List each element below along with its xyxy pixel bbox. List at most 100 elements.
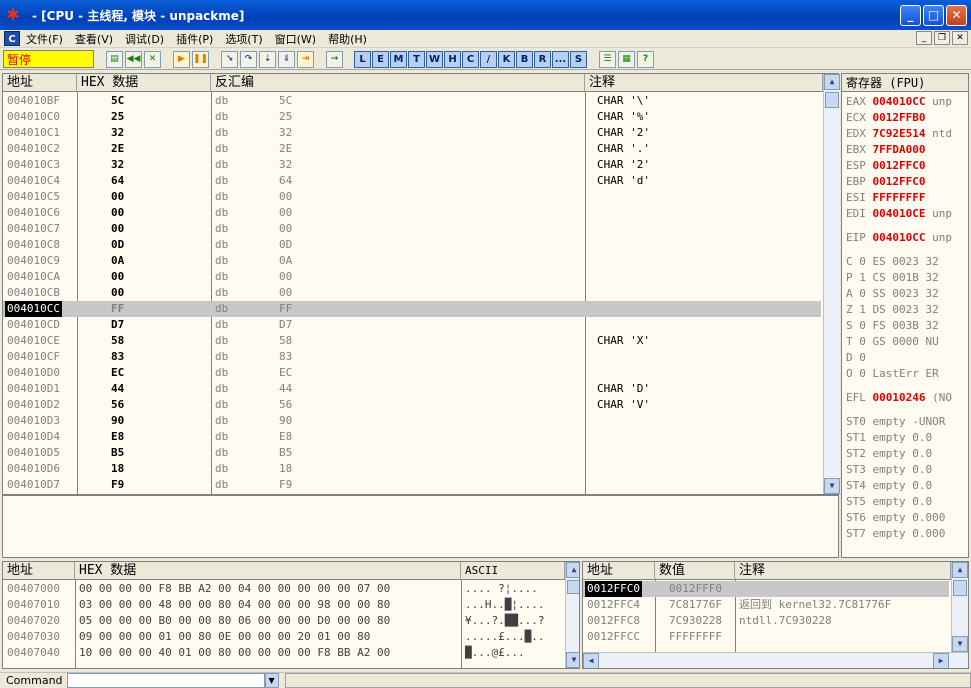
toolbar-window-button[interactable]: S	[570, 50, 587, 68]
scroll-up-arrow-icon[interactable]: ▲	[824, 74, 840, 90]
menu-plugins[interactable]: 插件(P)	[170, 31, 219, 47]
menu-help[interactable]: 帮助(H)	[322, 31, 373, 47]
register-value[interactable]: 0012FFC0	[873, 175, 926, 188]
fpu-row[interactable]: ST5 empty 0.0	[846, 494, 932, 510]
dump-row[interactable]: 00407000 00 00 00 00 F8 BB A2 00 04 00 00…	[3, 581, 563, 597]
scroll-thumb[interactable]	[825, 92, 839, 108]
cpu-window-icon[interactable]: C	[4, 31, 20, 46]
trace-into-icon[interactable]: ⇣	[259, 50, 276, 68]
flag-row[interactable]: S 0 FS 003B 32	[846, 318, 939, 334]
dump-header-hex[interactable]: HEX 数据	[75, 562, 461, 580]
toolbar-window-button[interactable]: W	[426, 50, 443, 68]
stack-header-comment[interactable]: 注释	[735, 562, 951, 580]
command-input[interactable]	[66, 673, 265, 688]
disasm-row[interactable]: 004010CA 00 db 00	[3, 269, 821, 285]
menu-debug[interactable]: 调试(D)	[119, 31, 170, 47]
run-icon[interactable]: ▶	[173, 50, 190, 68]
stack-scrollbar[interactable]: ▲ ▼	[951, 562, 968, 652]
dump-row[interactable]: 00407030 09 00 00 00 01 00 80 0E 00 00 00…	[3, 629, 563, 645]
stack-row[interactable]: 0012FFCC FFFFFFFF	[583, 629, 949, 645]
disasm-row[interactable]: 004010CD D7 db D7	[3, 317, 821, 333]
execute-till-return-icon[interactable]: ⇥	[297, 50, 314, 68]
stack-scroll-down-icon[interactable]: ▼	[952, 636, 968, 652]
goto-icon[interactable]: →	[326, 50, 343, 68]
toolbar-window-button[interactable]: K	[498, 50, 515, 68]
toolbar-window-button[interactable]: ...	[552, 50, 569, 68]
restart-icon[interactable]: ◀◀	[125, 50, 142, 68]
fpu-row[interactable]: ST2 empty 0.0	[846, 446, 932, 462]
register-row[interactable]: EDI 004010CE unp	[846, 206, 952, 222]
register-value[interactable]: 004010CE	[873, 207, 926, 220]
dump-header-ascii[interactable]: ASCII	[461, 562, 565, 580]
stack-hscrollbar[interactable]: ◀ ▶	[583, 652, 968, 668]
dump-scroll-up-icon[interactable]: ▲	[566, 562, 579, 578]
mdi-minimize-button[interactable]: _	[916, 31, 932, 45]
flag-row[interactable]: C 0 ES 0023 32	[846, 254, 939, 270]
disasm-row[interactable]: 004010CB 00 db 00	[3, 285, 821, 301]
dump-row[interactable]: 00407040 10 00 00 00 40 01 00 80 00 00 00…	[3, 645, 563, 661]
register-value[interactable]: 0012FFC0	[873, 159, 926, 172]
menu-window[interactable]: 窗口(W)	[269, 31, 322, 47]
dump-scrollbar[interactable]: ▲ ▼	[565, 562, 579, 668]
memory-dump-pane[interactable]: 地址 HEX 数据 ASCII 00407000 00 00 00 00 F8 B…	[2, 561, 580, 669]
register-value[interactable]: 0012FFB0	[873, 111, 926, 124]
flag-row[interactable]: A 0 SS 0023 32	[846, 286, 939, 302]
dump-row[interactable]: 00407010 03 00 00 00 48 00 00 80 04 00 00…	[3, 597, 563, 613]
disasm-row[interactable]: 004010C9 0A db 0A	[3, 253, 821, 269]
stack-pane[interactable]: 地址 数值 注释 0012FFC0 0012FFF0 0012FFC4 7C81776…	[582, 561, 969, 669]
minimize-button[interactable]: _	[900, 5, 921, 26]
disasm-row[interactable]: 004010D5 B5 db B5	[3, 445, 821, 461]
dump-row[interactable]: 00407020 05 00 00 00 B0 00 00 80 06 00 00…	[3, 613, 563, 629]
toolbar-window-button[interactable]: H	[444, 50, 461, 68]
stack-row[interactable]: 0012FFC0 0012FFF0	[583, 581, 949, 597]
stack-scroll-left-icon[interactable]: ◀	[583, 653, 599, 668]
toolbar-window-button[interactable]: /	[480, 50, 497, 68]
trace-over-icon[interactable]: ⇓	[278, 50, 295, 68]
fpu-row[interactable]: ST3 empty 0.0	[846, 462, 932, 478]
disasm-row[interactable]: 004010D1 44 db 44 CHAR 'D'	[3, 381, 821, 397]
disasm-row[interactable]: 004010C0 25 db 25 CHAR '%'	[3, 109, 821, 125]
disasm-row[interactable]: 004010D4 E8 db E8	[3, 429, 821, 445]
flag-row[interactable]: O 0 LastErr ER	[846, 366, 939, 382]
registers-header[interactable]: 寄存器 (FPU)	[842, 74, 968, 92]
stack-scroll-thumb[interactable]	[953, 580, 967, 596]
register-value[interactable]: FFFFFFFF	[873, 191, 926, 204]
flag-row[interactable]: P 1 CS 001B 32	[846, 270, 939, 286]
disasm-row[interactable]: 004010D0 EC db EC	[3, 365, 821, 381]
step-over-icon[interactable]: ↷	[240, 50, 257, 68]
fpu-row[interactable]: ST0 empty -UNOR	[846, 414, 945, 430]
disasm-row[interactable]: 004010C4 64 db 64 CHAR 'd'	[3, 173, 821, 189]
flag-row[interactable]: D 0	[846, 350, 866, 366]
dump-scroll-thumb[interactable]	[567, 580, 579, 594]
disasm-row[interactable]: 004010C6 00 db 00	[3, 205, 821, 221]
disasm-row[interactable]: 004010D7 F9 db F9	[3, 477, 821, 493]
menu-options[interactable]: 选项(T)	[219, 31, 268, 47]
dump-header-address[interactable]: 地址	[3, 562, 75, 580]
disasm-row[interactable]: 004010C8 0D db 0D	[3, 237, 821, 253]
maximize-button[interactable]: □	[923, 5, 944, 26]
list-icon[interactable]: ☰	[599, 50, 616, 68]
disasm-row[interactable]: 004010C3 32 db 32 CHAR '2'	[3, 157, 821, 173]
menu-file[interactable]: 文件(F)	[20, 31, 69, 47]
toolbar-window-button[interactable]: B	[516, 50, 533, 68]
dump-scroll-down-icon[interactable]: ▼	[566, 652, 579, 668]
fpu-row[interactable]: ST7 empty 0.000	[846, 526, 945, 542]
mdi-restore-button[interactable]: ❐	[934, 31, 950, 45]
scroll-down-arrow-icon[interactable]: ▼	[824, 478, 840, 494]
fpu-row[interactable]: ST4 empty 0.0	[846, 478, 932, 494]
register-value[interactable]: 7C92E514	[873, 127, 926, 140]
register-row[interactable]: EIP 004010CC unp	[846, 230, 952, 246]
disasm-header-address[interactable]: 地址	[3, 74, 77, 92]
disasm-row[interactable]: 004010D6 18 db 18	[3, 461, 821, 477]
disasm-row[interactable]: 004010C2 2E db 2E CHAR '.'	[3, 141, 821, 157]
toolbar-window-button[interactable]: T	[408, 50, 425, 68]
disasm-header-comment[interactable]: 注释	[585, 74, 823, 92]
disassembly-pane[interactable]: 地址 HEX 数据 反汇编 注释 004010BF 5C db 5C CHAR '\' 0…	[2, 73, 840, 495]
register-row[interactable]: EFL 00010246 (NO	[846, 390, 952, 406]
help-icon[interactable]: ?	[637, 50, 654, 68]
disasm-header-hex[interactable]: HEX 数据	[77, 74, 211, 92]
registers-pane[interactable]: 寄存器 (FPU) EAX 004010CC unp ECX 0012FFB0 E…	[841, 73, 969, 558]
fpu-row[interactable]: ST6 empty 0.000	[846, 510, 945, 526]
fpu-row[interactable]: ST1 empty 0.0	[846, 430, 932, 446]
toolbar-window-button[interactable]: M	[390, 50, 407, 68]
